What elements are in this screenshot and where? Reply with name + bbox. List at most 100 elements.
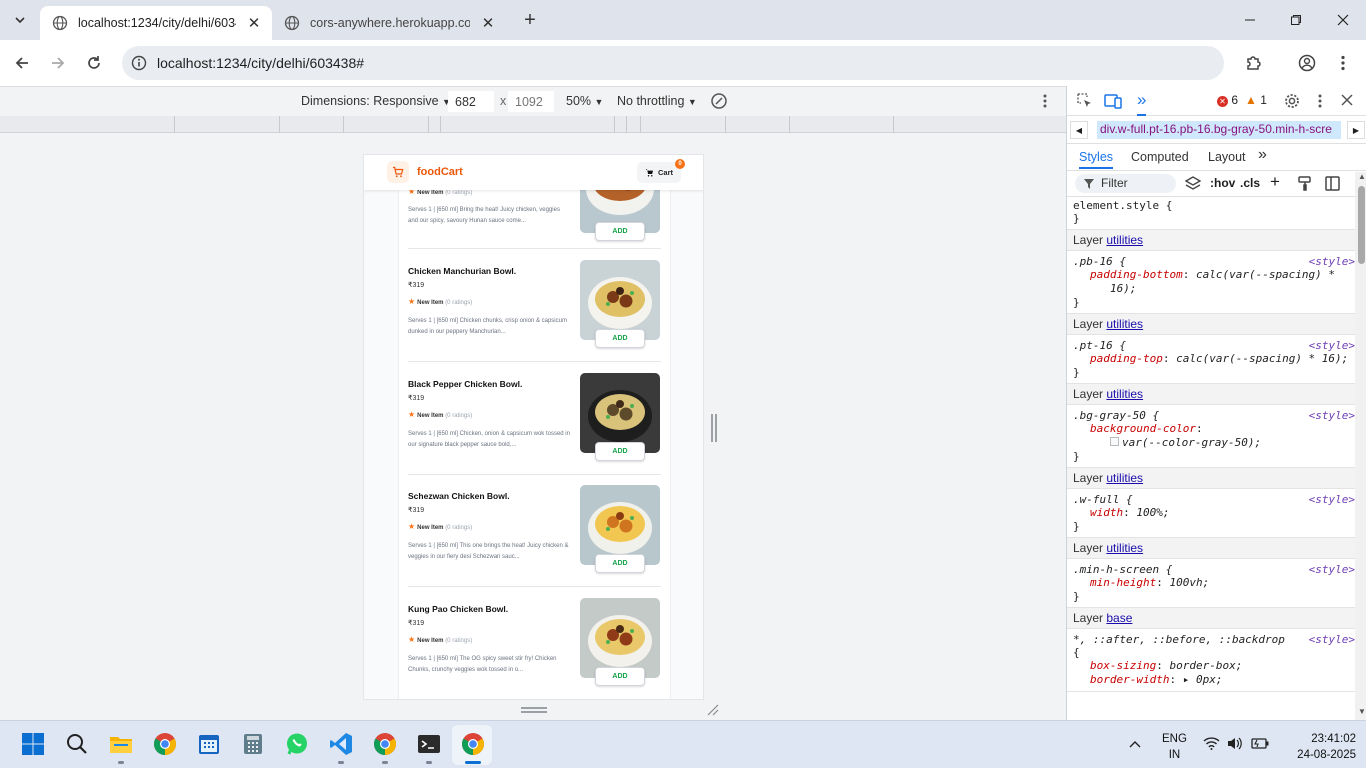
rule-source-link[interactable]: <style> [1309, 633, 1355, 646]
forward-button[interactable] [46, 51, 70, 75]
rule-source-link[interactable]: <style> [1309, 339, 1355, 352]
address-bar[interactable]: localhost:1234/city/delhi/603438# [122, 46, 1224, 80]
zoom-select[interactable]: 50% ▼ [566, 94, 603, 108]
scroll-right-icon[interactable]: ▶ [1347, 121, 1365, 139]
vscode-button[interactable] [328, 731, 354, 757]
css-property[interactable]: background-color: [1073, 422, 1349, 436]
more-options-icon[interactable] [1043, 94, 1047, 108]
css-rule[interactable]: *, ::after, ::before, ::backdrop <style>{… [1067, 629, 1355, 692]
media-query-ruler[interactable] [0, 116, 1066, 133]
inspect-element-icon[interactable] [1077, 93, 1093, 109]
language-indicator[interactable]: ENG IN [1162, 731, 1187, 763]
layer-link[interactable]: utilities [1106, 541, 1143, 555]
file-explorer-button[interactable] [108, 731, 134, 757]
close-window-button[interactable] [1331, 8, 1355, 32]
chrome-active-button[interactable] [460, 731, 486, 757]
styles-scrollbar[interactable]: ▲ ▼ [1355, 172, 1366, 720]
css-rule[interactable]: .bg-gray-50 {<style> background-color: va… [1067, 405, 1355, 468]
devtools-menu-icon[interactable] [1318, 94, 1322, 108]
logo[interactable] [387, 161, 409, 183]
rotate-icon[interactable] [710, 92, 728, 110]
css-property[interactable]: padding-bottom: calc(var(--spacing) * [1073, 268, 1349, 282]
layers-icon[interactable] [1185, 176, 1201, 191]
breadcrumb-node[interactable]: div.w-full.pt-16.pb-16.bg-gray-50.min-h-… [1097, 121, 1341, 139]
minimize-button[interactable] [1238, 8, 1262, 32]
tab-cors-anywhere[interactable]: cors-anywhere.herokuapp.com/ ✕ [272, 6, 506, 40]
search-button[interactable] [64, 731, 90, 757]
throttling-select[interactable]: No throttling ▼ [617, 94, 697, 108]
sidebar-toggle-icon[interactable] [1325, 176, 1340, 191]
rule-source-link[interactable]: <style> [1309, 493, 1355, 506]
extensions-button[interactable] [1242, 51, 1266, 75]
reload-button[interactable] [82, 51, 106, 75]
gear-icon[interactable] [1284, 93, 1300, 109]
restore-button[interactable] [1284, 8, 1308, 32]
resize-handle-bottom[interactable] [521, 707, 547, 713]
device-toggle-icon[interactable] [1104, 93, 1122, 109]
calculator-button[interactable] [240, 731, 266, 757]
css-rule[interactable]: .pb-16 {<style> padding-bottom: calc(var(… [1067, 251, 1355, 314]
css-rule[interactable]: .pt-16 {<style> padding-top: calc(var(--s… [1067, 335, 1355, 384]
whatsapp-button[interactable] [284, 731, 310, 757]
css-property[interactable]: var(--color-gray-50); [1073, 436, 1349, 450]
paint-icon[interactable] [1298, 176, 1312, 191]
more-tabs-icon[interactable]: » [1258, 146, 1267, 164]
css-property[interactable]: box-sizing: border-box; [1073, 659, 1349, 673]
chrome-button[interactable] [152, 731, 178, 757]
chrome-profile-button[interactable] [372, 731, 398, 757]
css-property[interactable]: 16); [1073, 282, 1349, 296]
width-input[interactable]: 682 [448, 91, 494, 112]
css-rule[interactable]: .min-h-screen {<style> min-height: 100vh;… [1067, 559, 1355, 608]
css-rule[interactable]: .w-full {<style> width: 100%;} [1067, 489, 1355, 538]
rule-source-link[interactable]: <style> [1309, 563, 1355, 576]
more-panels-icon[interactable]: » [1137, 90, 1147, 116]
close-tab-icon[interactable]: ✕ [480, 15, 496, 32]
add-button[interactable]: ADD [595, 554, 645, 573]
dimensions-select[interactable]: Dimensions: Responsive ▼ [301, 94, 451, 108]
battery-icon[interactable] [1251, 737, 1269, 749]
cls-toggle[interactable]: .cls [1240, 176, 1260, 190]
layer-link[interactable]: utilities [1106, 471, 1143, 485]
layer-link[interactable]: utilities [1106, 317, 1143, 331]
add-button[interactable]: ADD [595, 329, 645, 348]
add-button[interactable]: ADD [595, 667, 645, 686]
start-button[interactable] [20, 731, 46, 757]
css-property[interactable]: width: 100%; [1073, 506, 1349, 520]
add-button[interactable]: ADD [595, 222, 645, 241]
tab-styles[interactable]: Styles [1079, 150, 1114, 169]
layer-link[interactable]: base [1106, 611, 1132, 625]
hov-toggle[interactable]: :hov [1210, 176, 1235, 190]
warning-count[interactable]: ▲ 1 [1245, 93, 1267, 107]
rule-source-link[interactable]: <style> [1309, 255, 1355, 268]
site-info-icon[interactable] [131, 55, 147, 71]
volume-icon[interactable] [1227, 737, 1242, 750]
tab-localhost[interactable]: localhost:1234/city/delhi/60343 ✕ [40, 6, 272, 40]
resize-corner-icon[interactable] [707, 704, 719, 716]
terminal-button[interactable] [416, 731, 442, 757]
tab-layout[interactable]: Layout [1208, 150, 1246, 164]
css-property[interactable]: padding-top: calc(var(--spacing) * 16); [1073, 352, 1349, 366]
filter-input[interactable]: Filter [1075, 174, 1176, 193]
css-property[interactable]: min-height: 100vh; [1073, 576, 1349, 590]
close-tab-icon[interactable]: ✕ [246, 15, 262, 32]
close-icon[interactable] [1341, 94, 1353, 106]
wifi-icon[interactable] [1203, 737, 1220, 750]
element-style-rule[interactable]: element.style { } [1067, 197, 1355, 230]
back-button[interactable] [10, 51, 34, 75]
browser-menu-button[interactable] [1331, 51, 1355, 75]
rule-source-link[interactable]: <style> [1309, 409, 1355, 422]
tab-computed[interactable]: Computed [1131, 150, 1189, 164]
color-swatch[interactable] [1110, 437, 1119, 446]
layer-link[interactable]: utilities [1106, 233, 1143, 247]
show-hidden-icons[interactable] [1129, 740, 1141, 748]
css-property[interactable]: border-width: ▸ 0px; [1073, 673, 1349, 687]
scroll-left-icon[interactable]: ◀ [1070, 121, 1088, 139]
height-input[interactable]: 1092 [508, 91, 554, 112]
new-tab-button[interactable]: + [518, 8, 542, 32]
tab-search-button[interactable] [8, 8, 32, 32]
layer-link[interactable]: utilities [1106, 387, 1143, 401]
calendar-button[interactable] [196, 731, 222, 757]
new-rule-icon[interactable]: + [1270, 172, 1280, 192]
error-count[interactable]: ✕ 6 [1217, 93, 1238, 107]
scrollbar-thumb[interactable] [1358, 186, 1365, 264]
